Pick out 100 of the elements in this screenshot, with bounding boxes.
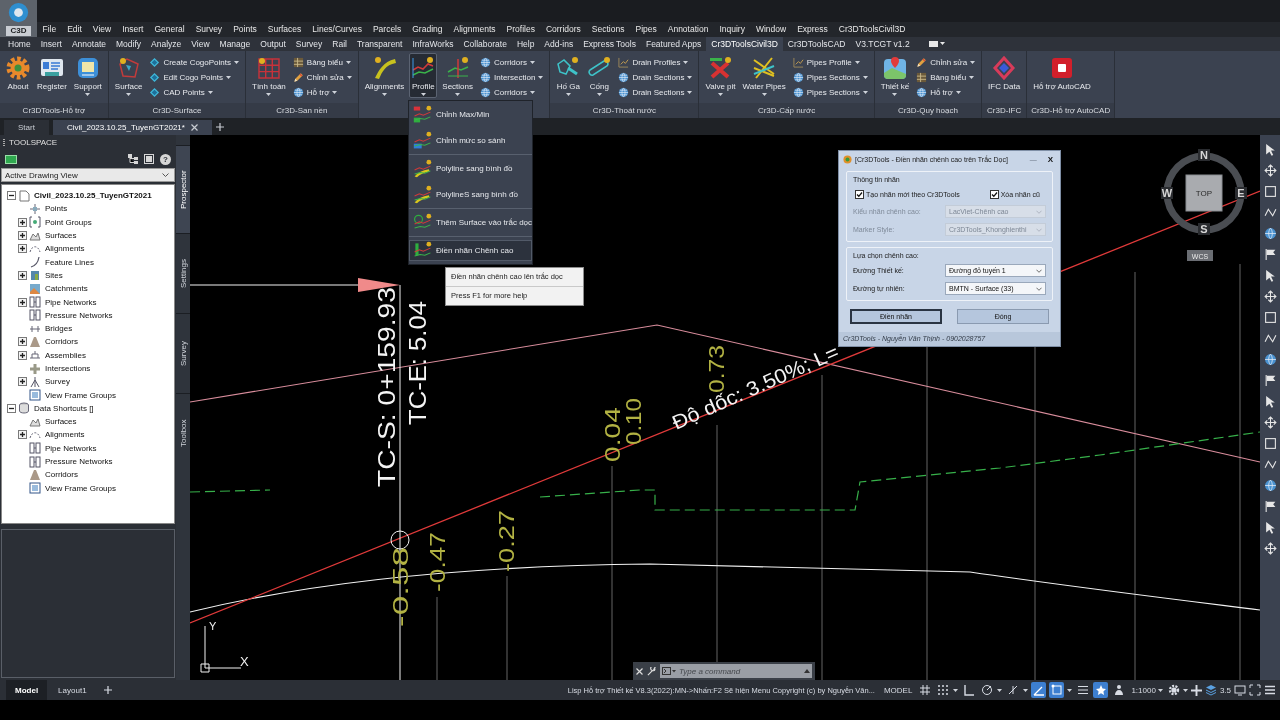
layout-tab[interactable]: Layout1 [49, 680, 96, 700]
ribbon-button[interactable]: Corridors [478, 56, 546, 69]
ribbon-button[interactable]: Thiết kế [878, 53, 912, 98]
menu-item[interactable]: Cr3DToolsCivil3D [833, 22, 911, 37]
menu-item[interactable]: View [87, 22, 117, 37]
menu-item[interactable]: Điền nhãn Chênh cao [409, 240, 532, 261]
expand-toggle[interactable] [17, 297, 27, 307]
menu-item[interactable]: Edit [61, 22, 88, 37]
tree-item[interactable]: View Frame Groups [43, 390, 116, 400]
tree-item[interactable]: Surfaces [43, 417, 77, 427]
ribbon-button[interactable]: Cống [585, 53, 614, 98]
ribbon-button[interactable]: Profile [409, 53, 438, 98]
menu-item[interactable]: Points [227, 22, 263, 37]
close-button[interactable]: X [1043, 155, 1057, 164]
menu-item[interactable]: Grading [406, 22, 448, 37]
ribbon-tab[interactable]: Analyze [146, 37, 187, 51]
tree-item[interactable]: Corridors [43, 337, 78, 347]
menu-item[interactable]: Thêm Surface vào trắc dọc [409, 212, 532, 233]
stack-icon[interactable] [1204, 684, 1217, 696]
polar-icon[interactable] [980, 684, 993, 696]
ribbon-tab[interactable]: Add-ins [539, 37, 579, 51]
menu-item[interactable]: Alignments [448, 22, 502, 37]
ribbon-button[interactable]: Drain Sections [616, 86, 695, 99]
zigzag-icon[interactable] [1263, 458, 1277, 471]
tree-item[interactable]: Pipe Networks [43, 443, 97, 453]
tree-item[interactable]: Data Shortcuts [] [32, 403, 94, 413]
grid-icon[interactable] [918, 684, 931, 696]
tree-item[interactable]: Sites [43, 270, 63, 280]
settings-icon[interactable] [1167, 684, 1180, 696]
person-icon[interactable] [1112, 684, 1125, 696]
ribbon-button[interactable]: About [4, 53, 32, 93]
prompt-icon[interactable] [660, 664, 677, 678]
menu-item[interactable]: Surfaces [262, 22, 307, 37]
menu-item[interactable]: Pipes [629, 22, 663, 37]
square-snap-icon[interactable] [1050, 684, 1063, 696]
monitor-icon[interactable] [1234, 684, 1246, 696]
view-dropdown[interactable]: Active Drawing View [1, 168, 175, 182]
document-tab[interactable]: Civil_2023.10.25_TuyenGT2021* [52, 120, 212, 135]
ribbon-button[interactable]: Hỗ trợ [914, 86, 978, 99]
tree-item[interactable]: Feature Lines [43, 257, 94, 267]
expand-toggle[interactable] [17, 430, 27, 440]
help-button[interactable]: ? [160, 153, 171, 165]
ribbon-tab[interactable]: V3.TCGT v1.2 [850, 37, 915, 51]
ribbon-button[interactable]: Hố Ga [554, 53, 583, 98]
arrow-pointer-icon[interactable] [1263, 395, 1277, 408]
ribbon-tab[interactable]: Survey [290, 37, 328, 51]
flag-icon[interactable] [1263, 374, 1277, 387]
flag-icon[interactable] [1263, 500, 1277, 513]
tree-item[interactable]: Point Groups [43, 217, 92, 227]
ribbon-tab[interactable]: View [186, 37, 215, 51]
expand-toggle[interactable] [17, 337, 27, 347]
scale-dropdown[interactable]: 1:1000 [1129, 685, 1165, 695]
ribbon-button[interactable]: IFC Data [986, 53, 1023, 93]
menu-item[interactable]: General [148, 22, 191, 37]
ribbon-tab[interactable]: Insert [35, 37, 67, 51]
ribbon-tab[interactable]: Transparent [351, 37, 408, 51]
angle-icon[interactable] [1032, 684, 1045, 696]
ribbon-tab[interactable]: Featured Apps [640, 37, 707, 51]
expand-toggle[interactable] [17, 270, 27, 280]
fullscreen-icon[interactable] [1249, 684, 1261, 696]
ribbon-button[interactable]: Pipes Profile [790, 56, 870, 69]
expand-toggle[interactable] [6, 403, 16, 413]
expand-toggle[interactable] [17, 350, 27, 360]
cross-arrows-icon[interactable] [1263, 542, 1277, 555]
menu-item[interactable]: Insert [116, 22, 149, 37]
ribbon-button[interactable]: Pipes Sections [790, 86, 870, 99]
ribbon-tab[interactable]: Home [3, 37, 36, 51]
ribbon-button[interactable]: Edit Cogo Points [147, 71, 241, 84]
ribbon-button[interactable]: Surface [112, 53, 145, 98]
expand-toggle[interactable] [17, 244, 27, 254]
arrow-pointer-icon[interactable] [1263, 269, 1277, 282]
ribbon-button[interactable]: CAD Points [147, 86, 241, 99]
arrow-pointer-icon[interactable] [1263, 521, 1277, 534]
tree-item[interactable]: Intersections [43, 364, 91, 373]
menu-item[interactable]: File [37, 22, 62, 37]
space-toggle[interactable]: MODEL [881, 685, 915, 695]
dots-icon[interactable] [936, 684, 949, 696]
globe-icon[interactable] [1263, 227, 1277, 240]
zigzag-icon[interactable] [1263, 332, 1277, 345]
menu-item[interactable]: Chỉnh Max/Min [409, 104, 532, 125]
ribbon-button[interactable]: Chỉnh sửa [914, 56, 978, 69]
checkbox[interactable] [989, 190, 999, 199]
menu-item[interactable]: Parcels [367, 22, 407, 37]
ribbon-button[interactable]: Create CogoPoints [147, 56, 241, 69]
square-icon[interactable] [1263, 437, 1277, 450]
layout-tab[interactable]: Model [6, 680, 48, 700]
cross-arrows-icon[interactable] [1263, 290, 1277, 303]
lineweight-icon[interactable] [1076, 684, 1089, 696]
menu-item[interactable]: Lines/Curves [306, 22, 368, 37]
ribbon-button[interactable]: Drain Sections [616, 71, 695, 84]
side-tab[interactable]: Prospector [176, 145, 190, 233]
ribbon-button[interactable]: Bảng biểu [914, 71, 978, 84]
menu-item[interactable]: Chỉnh mức so sánh [409, 130, 532, 151]
wrench-icon[interactable] [647, 666, 656, 676]
compass-label[interactable]: S [1198, 223, 1210, 235]
globe-icon[interactable] [1263, 353, 1277, 366]
tree-item[interactable]: Bridges [43, 324, 73, 334]
close-icon[interactable] [190, 124, 198, 131]
ribbon-button[interactable]: Intersection [478, 71, 546, 84]
plus-icon[interactable] [215, 122, 224, 131]
